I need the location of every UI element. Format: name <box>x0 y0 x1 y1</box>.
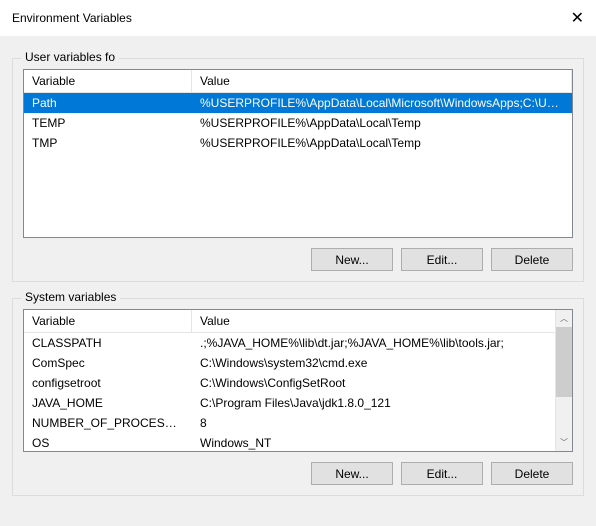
user-variables-group: User variables fo Variable Value Path%US… <box>12 58 584 282</box>
system-scrollbar[interactable]: ︿ ﹀ <box>555 310 572 451</box>
scroll-down-icon[interactable]: ﹀ <box>556 434 572 451</box>
system-button-row: New... Edit... Delete <box>23 462 573 485</box>
window-title: Environment Variables <box>12 11 132 25</box>
system-table-header: Variable Value <box>24 310 572 333</box>
system-delete-button[interactable]: Delete <box>491 462 573 485</box>
cell-variable: Path <box>24 95 192 111</box>
cell-value: .;%JAVA_HOME%\lib\dt.jar;%JAVA_HOME%\lib… <box>192 335 572 351</box>
table-row[interactable]: Path%USERPROFILE%\AppData\Local\Microsof… <box>24 93 572 113</box>
close-icon[interactable]: ✕ <box>571 8 584 28</box>
system-table-body: CLASSPATH.;%JAVA_HOME%\lib\dt.jar;%JAVA_… <box>24 333 572 451</box>
dialog-content: User variables fo Variable Value Path%US… <box>0 36 596 508</box>
table-row[interactable]: configsetrootC:\Windows\ConfigSetRoot <box>24 373 572 393</box>
user-variables-table[interactable]: Variable Value Path%USERPROFILE%\AppData… <box>23 69 573 238</box>
titlebar: Environment Variables ✕ <box>0 0 596 36</box>
scroll-up-icon[interactable]: ︿ <box>556 310 572 327</box>
user-table-header: Variable Value <box>24 70 572 93</box>
cell-variable: ComSpec <box>24 355 192 371</box>
column-header-value[interactable]: Value <box>192 70 572 92</box>
cell-variable: OS <box>24 435 192 451</box>
user-edit-button[interactable]: Edit... <box>401 248 483 271</box>
system-variables-group: System variables Variable Value CLASSPAT… <box>12 298 584 496</box>
cell-value: C:\Windows\ConfigSetRoot <box>192 375 572 391</box>
system-group-label: System variables <box>21 290 120 304</box>
scroll-track[interactable] <box>556 397 572 434</box>
cell-variable: configsetroot <box>24 375 192 391</box>
table-row[interactable]: TEMP%USERPROFILE%\AppData\Local\Temp <box>24 113 572 133</box>
cell-value: %USERPROFILE%\AppData\Local\Temp <box>192 115 572 131</box>
user-table-body: Path%USERPROFILE%\AppData\Local\Microsof… <box>24 93 572 237</box>
table-row[interactable]: TMP%USERPROFILE%\AppData\Local\Temp <box>24 133 572 153</box>
table-row[interactable]: OSWindows_NT <box>24 433 572 451</box>
table-row[interactable]: CLASSPATH.;%JAVA_HOME%\lib\dt.jar;%JAVA_… <box>24 333 572 353</box>
cell-variable: TEMP <box>24 115 192 131</box>
cell-value: C:\Program Files\Java\jdk1.8.0_121 <box>192 395 572 411</box>
system-variables-table[interactable]: Variable Value CLASSPATH.;%JAVA_HOME%\li… <box>23 309 573 452</box>
cell-variable: TMP <box>24 135 192 151</box>
user-group-label: User variables fo <box>21 50 119 64</box>
table-row[interactable]: ComSpecC:\Windows\system32\cmd.exe <box>24 353 572 373</box>
cell-value: %USERPROFILE%\AppData\Local\Microsoft\Wi… <box>192 95 572 111</box>
column-header-variable[interactable]: Variable <box>24 310 192 332</box>
table-row[interactable]: JAVA_HOMEC:\Program Files\Java\jdk1.8.0_… <box>24 393 572 413</box>
cell-value: Windows_NT <box>192 435 572 451</box>
cell-value: C:\Windows\system32\cmd.exe <box>192 355 572 371</box>
column-header-value[interactable]: Value <box>192 310 572 332</box>
cell-variable: CLASSPATH <box>24 335 192 351</box>
user-new-button[interactable]: New... <box>311 248 393 271</box>
system-new-button[interactable]: New... <box>311 462 393 485</box>
cell-variable: JAVA_HOME <box>24 395 192 411</box>
table-row[interactable]: NUMBER_OF_PROCESSORS8 <box>24 413 572 433</box>
column-header-variable[interactable]: Variable <box>24 70 192 92</box>
cell-value: %USERPROFILE%\AppData\Local\Temp <box>192 135 572 151</box>
cell-value: 8 <box>192 415 572 431</box>
user-delete-button[interactable]: Delete <box>491 248 573 271</box>
system-edit-button[interactable]: Edit... <box>401 462 483 485</box>
scroll-thumb[interactable] <box>556 327 572 397</box>
user-button-row: New... Edit... Delete <box>23 248 573 271</box>
cell-variable: NUMBER_OF_PROCESSORS <box>24 415 192 431</box>
